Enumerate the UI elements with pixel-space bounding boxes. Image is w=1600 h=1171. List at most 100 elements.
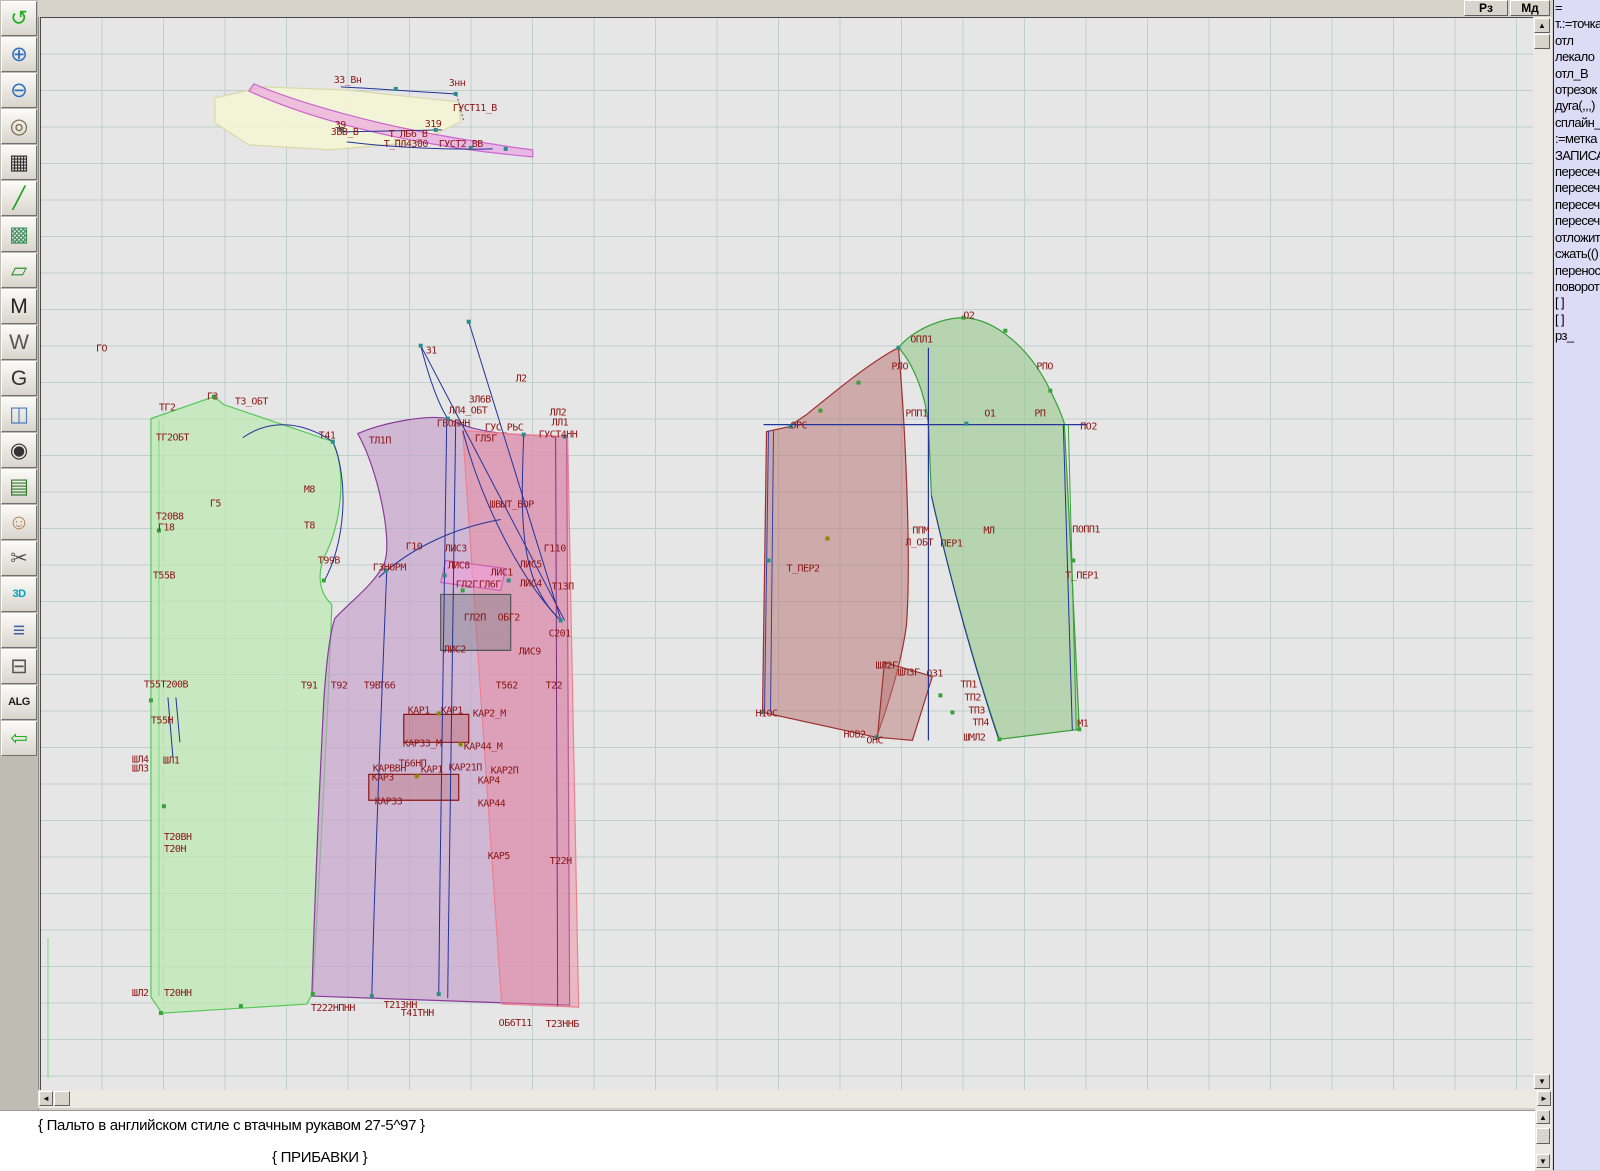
point-marker[interactable] (1071, 558, 1075, 562)
pattern-label: Т41 (319, 431, 336, 442)
point-marker[interactable] (1003, 329, 1007, 333)
point-marker[interactable] (938, 693, 942, 697)
pattern-piece-icon[interactable]: ▱ (1, 253, 37, 288)
image-icon[interactable]: ▩ (1, 217, 37, 252)
point-marker[interactable] (419, 344, 423, 348)
refresh-icon[interactable]: ↺ (1, 1, 37, 36)
measure-line-icon[interactable]: ╱ (1, 181, 37, 216)
scroll-down-icon[interactable]: ▼ (1534, 1074, 1550, 1089)
point-marker[interactable] (454, 92, 458, 96)
scroll-up-icon[interactable]: ▲ (1534, 18, 1550, 33)
grid-icon[interactable]: ▦ (1, 145, 37, 180)
point-marker[interactable] (443, 573, 447, 577)
notes-icon[interactable]: ≡ (1, 613, 37, 648)
command-line[interactable]: отл (1554, 33, 1600, 49)
pattern-label: Знн (449, 78, 466, 89)
command-line[interactable]: пересеч (1554, 180, 1600, 196)
command-line[interactable]: отл_В (1554, 66, 1600, 82)
command-line[interactable]: рз_ (1554, 328, 1600, 344)
scroll-up-icon[interactable]: ▲ (1536, 1110, 1550, 1124)
point-marker[interactable] (159, 1011, 163, 1015)
pattern-label: ГЛ5Г (475, 434, 498, 445)
3d-icon[interactable]: 3D (1, 577, 37, 612)
pattern-label: О2 (963, 311, 975, 322)
command-line[interactable]: [ ] (1554, 312, 1600, 328)
point-marker[interactable] (311, 992, 315, 996)
console-vscrollbar[interactable]: ▲ ▼ (1535, 1108, 1552, 1170)
point-marker[interactable] (415, 774, 419, 778)
point-marker[interactable] (322, 578, 326, 582)
table-icon[interactable]: ▤ (1, 469, 37, 504)
point-marker[interactable] (467, 320, 471, 324)
command-line[interactable]: пересеч (1554, 197, 1600, 213)
pattern-label: ГУСТ11_В (453, 103, 498, 114)
point-marker[interactable] (964, 422, 968, 426)
command-line[interactable]: ЗАПИСА (1554, 148, 1600, 164)
command-line[interactable]: т.:=точка (1554, 16, 1600, 32)
point-marker[interactable] (437, 992, 441, 996)
point-marker[interactable] (1048, 389, 1052, 393)
point-marker[interactable] (950, 710, 954, 714)
pattern-m-icon[interactable]: M (1, 289, 37, 324)
point-marker[interactable] (825, 537, 829, 541)
point-marker[interactable] (559, 618, 563, 622)
command-line[interactable]: лекало (1554, 49, 1600, 65)
command-line[interactable]: отложит (1554, 230, 1600, 246)
alg-icon[interactable]: ALG (1, 685, 37, 720)
point-marker[interactable] (239, 1004, 243, 1008)
point-marker[interactable] (507, 578, 511, 582)
point-marker[interactable] (370, 994, 374, 998)
description-console[interactable]: { Пальто в английском стиле с втачным ру… (0, 1110, 1535, 1171)
point-marker[interactable] (149, 698, 153, 702)
camera-icon[interactable]: ◉ (1, 433, 37, 468)
canvas-vscrollbar[interactable]: ▲ ▼ (1533, 17, 1552, 1090)
command-line[interactable]: пересеч (1554, 213, 1600, 229)
print-icon[interactable]: ⊟ (1, 649, 37, 684)
md-mode-button[interactable]: Мд (1510, 0, 1550, 16)
console-scroll-thumb[interactable] (1536, 1128, 1550, 1144)
command-line[interactable]: отрезок (1554, 82, 1600, 98)
exit-icon[interactable]: ⇦ (1, 721, 37, 756)
command-line[interactable]: = (1554, 0, 1600, 16)
rz-mode-button[interactable]: Рз (1464, 0, 1508, 16)
view-piece-icon[interactable]: ◎ (1, 109, 37, 144)
point-marker[interactable] (767, 558, 771, 562)
drafting-tools-icon[interactable]: W (1, 325, 37, 360)
point-marker[interactable] (997, 737, 1001, 741)
garment-sketch-icon[interactable]: ✂ (1, 541, 37, 576)
point-marker[interactable] (504, 147, 508, 151)
command-line[interactable]: дуга(,,,) (1554, 98, 1600, 114)
point-marker[interactable] (459, 742, 463, 746)
pattern-m-icon: M (10, 296, 28, 317)
canvas-hscrollbar[interactable]: ◄ ► (38, 1090, 1552, 1108)
command-panel[interactable]: =т.:=точкаотллекалоотл_Вотрезокдуга(,,,)… (1553, 0, 1600, 1170)
zoom-out-icon[interactable]: ⊖ (1, 73, 37, 108)
command-line[interactable]: пересеч (1554, 164, 1600, 180)
point-marker[interactable] (394, 87, 398, 91)
point-marker[interactable] (162, 804, 166, 808)
command-line[interactable]: :=метка (1554, 131, 1600, 147)
scroll-right-icon[interactable]: ► (1537, 1091, 1551, 1106)
vscroll-thumb[interactable] (1534, 34, 1550, 49)
g-letter-icon[interactable]: G (1, 361, 37, 396)
command-line[interactable]: поворот (1554, 279, 1600, 295)
pattern-label: Т8 (304, 521, 316, 532)
pattern-label: Т20ВН (164, 832, 192, 843)
command-line[interactable]: [ ] (1554, 295, 1600, 311)
model-photo-icon[interactable]: ☺ (1, 505, 37, 540)
scroll-down-icon[interactable]: ▼ (1536, 1154, 1550, 1168)
command-line[interactable]: перенос (1554, 263, 1600, 279)
pattern-label: Т92 (331, 680, 348, 691)
pattern-label: ПОПП1 (1072, 525, 1100, 536)
point-marker[interactable] (896, 346, 900, 350)
zoom-in-icon[interactable]: ⊕ (1, 37, 37, 72)
hscroll-thumb[interactable] (54, 1091, 70, 1106)
point-marker[interactable] (818, 409, 822, 413)
scroll-left-icon[interactable]: ◄ (39, 1091, 53, 1106)
point-marker[interactable] (856, 381, 860, 385)
command-line[interactable]: сжать(() (1554, 246, 1600, 262)
command-line[interactable]: сплайн_ (1554, 115, 1600, 131)
drawing-canvas[interactable]: ЗЗ_ВнЗннГУСТ11_ВЗ9З19ЗВВ_ВТ_ЛБ6_ВТ_ПЛ430… (40, 17, 1533, 1090)
ruler-icon[interactable]: ◫ (1, 397, 37, 432)
pattern-label: Т66 (379, 680, 396, 691)
